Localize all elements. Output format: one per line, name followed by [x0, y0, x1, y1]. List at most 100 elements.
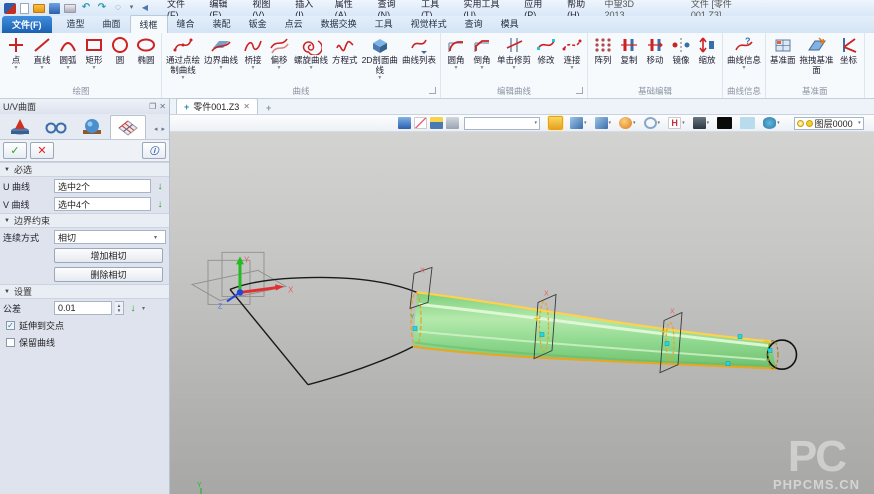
loft-surface[interactable] [411, 292, 776, 368]
extend-checkbox[interactable]: ✓ [6, 321, 15, 330]
chevron-down-icon[interactable]: ▾ [142, 305, 150, 312]
auto-regen-icon[interactable] [549, 117, 562, 129]
panel-tab-glasses[interactable] [38, 115, 74, 139]
panel-tab-sphere[interactable] [74, 115, 110, 139]
cancel-button[interactable]: ✕ [30, 142, 54, 159]
ribbon-button-圆角[interactable]: 圆角▼ [443, 34, 469, 72]
ribbon-button-移动[interactable]: 移动 [642, 34, 668, 72]
ribbon-button-通过点绘制曲线[interactable]: 通过点绘 制曲线▼ [164, 34, 202, 82]
chevron-down-icon[interactable]: ▾ [707, 120, 710, 126]
chevron-down-icon[interactable]: ▼ [309, 65, 314, 71]
erase-icon[interactable] [414, 117, 427, 129]
dialog-launcher-icon[interactable] [576, 87, 583, 94]
v-pick-icon[interactable]: ↓ [154, 199, 166, 210]
ok-button[interactable]: ✓ [3, 142, 27, 159]
quick-access-dropdown-icon[interactable]: ▾ [128, 3, 135, 14]
ribbon-button-偏移[interactable]: 偏移▼ [266, 34, 292, 72]
chevron-down-icon[interactable]: ▼ [92, 65, 97, 71]
tolerance-spinner[interactable]: ▲▼ [115, 301, 124, 315]
ribbon-tab-数据交换[interactable]: 数据交换 [312, 15, 366, 33]
tolerance-input[interactable]: 0.01 [54, 301, 112, 315]
tolerance-pick-icon[interactable]: ↓ [127, 303, 139, 314]
swatch-black-icon[interactable] [717, 117, 732, 129]
chevron-down-icon[interactable]: ▼ [479, 65, 484, 71]
panel-tab-extrude[interactable] [2, 115, 38, 139]
dialog-launcher-icon[interactable] [429, 87, 436, 94]
collapse-icon[interactable]: ◀ [139, 3, 151, 14]
ribbon-button-倒角[interactable]: 倒角▼ [469, 34, 495, 72]
layer-combo[interactable]: 图层0000▾ [794, 117, 864, 130]
ribbon-button-边界曲线[interactable]: 边界曲线▼ [202, 34, 240, 72]
ribbon-button-基准面[interactable]: 基准面 [768, 34, 798, 72]
ribbon-tab-视觉样式[interactable]: 视觉样式 [402, 15, 456, 33]
chevron-down-icon[interactable]: ▾ [609, 120, 612, 126]
keep-checkbox[interactable] [6, 338, 15, 347]
pick-filter-icon[interactable] [446, 117, 459, 129]
v-curves-field[interactable]: 选中4个 [54, 197, 151, 211]
ribbon-button-阵列[interactable]: 阵列 [590, 34, 616, 72]
ribbon-tab-查询[interactable]: 查询 [456, 15, 492, 33]
ribbon-button-连接[interactable]: 连接▼ [559, 34, 585, 72]
viewport-3d-canvas[interactable]: Y X Z [170, 132, 874, 494]
document-tab-active[interactable]: + 零件001.Z3 ✕ [176, 98, 258, 114]
ribbon-button-圆弧[interactable]: 圆弧▼ [55, 34, 81, 72]
panel-close-icon[interactable]: ✕ [159, 102, 166, 111]
chevron-down-icon[interactable]: ▼ [511, 65, 516, 71]
chevron-down-icon[interactable]: ▼ [251, 65, 256, 71]
ribbon-tab-钣金[interactable]: 钣金 [240, 15, 276, 33]
add-tangent-button[interactable]: 增加相切 [54, 248, 163, 263]
ribbon-button-矩形[interactable]: 矩形▼ [81, 34, 107, 72]
ribbon-button-桥接[interactable]: 桥接▼ [240, 34, 266, 72]
chevron-down-icon[interactable]: ▼ [453, 65, 458, 71]
view-rotate-icon[interactable]: ◌ [112, 3, 124, 14]
ribbon-tab-点云[interactable]: 点云 [276, 15, 312, 33]
chevron-down-icon[interactable]: ▾ [633, 120, 636, 126]
ribbon-button-方程式[interactable]: 方程式 [330, 34, 360, 72]
ribbon-button-椭圆[interactable]: 椭圆 [133, 34, 159, 72]
lens-icon[interactable] [763, 117, 776, 129]
ribbon-button-复制[interactable]: 复制 [616, 34, 642, 72]
filter-combo[interactable]: ▾ [464, 117, 540, 130]
chevron-down-icon[interactable]: ▼ [66, 65, 71, 71]
app-logo-icon[interactable] [4, 3, 16, 14]
info-button[interactable]: ⓘ [142, 142, 166, 159]
undo-icon[interactable]: ↶ [80, 3, 92, 14]
section-settings[interactable]: ▼ 设置 [0, 284, 169, 299]
ribbon-button-拖拽基准面[interactable]: 拖拽基准 面 [798, 34, 836, 82]
3d-scene[interactable]: Y X Z [170, 132, 874, 494]
ribbon-tab-线框[interactable]: 线框 [130, 15, 168, 33]
view-wheel-icon[interactable] [619, 117, 632, 129]
ribbon-button-圆[interactable]: 圆 [107, 34, 133, 72]
chevron-down-icon[interactable]: ▾ [658, 120, 661, 126]
panel-tab-nav[interactable]: ◂▸ [154, 125, 167, 139]
entity-info-icon[interactable] [398, 117, 411, 129]
remove-tangent-button[interactable]: 删除相切 [54, 267, 163, 282]
print-icon[interactable] [64, 4, 76, 13]
panel-restore-icon[interactable]: ❐ [149, 102, 156, 111]
continuity-dropdown[interactable]: 相切 ▾ [54, 230, 166, 244]
ribbon-button-缩放[interactable]: 缩放 [694, 34, 720, 72]
ribbon-button-镜像[interactable]: 镜像 [668, 34, 694, 72]
ribbon-button-螺旋曲线[interactable]: 螺旋曲线▼ [292, 34, 330, 72]
chevron-down-icon[interactable]: ▾ [584, 120, 587, 126]
dark-cube-icon[interactable] [693, 117, 706, 129]
ribbon-button-修改[interactable]: 修改 [533, 34, 559, 72]
wireframe-curves[interactable] [230, 277, 417, 384]
ribbon-tab-缝合[interactable]: 缝合 [168, 15, 204, 33]
section-boundary[interactable]: ▼ 边界约束 [0, 213, 169, 228]
ribbon-tab-造型[interactable]: 造型 [58, 15, 94, 33]
chevron-down-icon[interactable]: ▼ [219, 65, 224, 71]
chevron-down-icon[interactable]: ▼ [277, 65, 282, 71]
chevron-down-icon[interactable]: ▼ [569, 65, 574, 71]
ribbon-button-坐标[interactable]: 坐标 [836, 34, 862, 72]
ribbon-tab-模具[interactable]: 模具 [492, 15, 528, 33]
ring-icon[interactable] [644, 117, 657, 129]
wire-cube-icon[interactable] [595, 117, 608, 129]
chevron-down-icon[interactable]: ▼ [14, 65, 19, 71]
ribbon-button-2D剖面曲线[interactable]: 2D剖面曲 线▼ [360, 34, 400, 82]
chevron-down-icon[interactable]: ▼ [742, 65, 747, 71]
chevron-down-icon[interactable]: ▼ [40, 65, 45, 71]
new-document-tab-button[interactable]: + [258, 102, 279, 114]
tab-close-icon[interactable]: ✕ [243, 102, 250, 111]
h-icon-icon[interactable]: H [668, 117, 681, 129]
